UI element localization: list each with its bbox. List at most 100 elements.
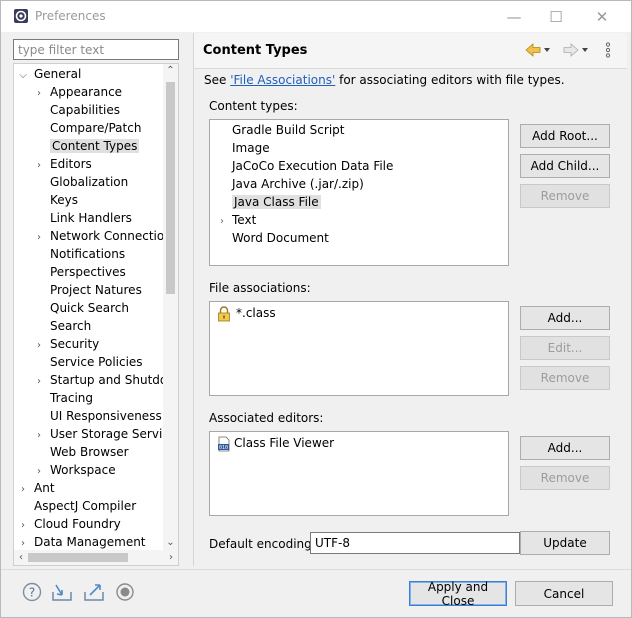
scroll-left-icon[interactable]: ‹ [14,550,28,565]
back-arrow-icon [525,43,550,57]
content-type-row[interactable]: Gradle Build Script [216,121,344,139]
close-button[interactable]: ✕ [579,1,625,32]
tree-item-label: Appearance [50,85,123,99]
tree-item[interactable]: › Security [34,335,99,353]
content-types-page: Content Types See 'File Associations' fo… [193,33,627,566]
add-editor-button[interactable]: Add... [520,436,610,460]
add-child-button[interactable]: Add Child... [520,154,610,178]
tree-item-label: Security [50,337,100,351]
tree-item-label: User Storage Service [50,427,164,441]
tree-item[interactable]: › Editors [34,155,92,173]
back-button[interactable] [524,41,552,59]
export-icon [84,584,104,601]
minimize-button[interactable]: — [491,1,537,32]
file-associations-list: *.class [209,301,509,396]
file-association-row[interactable]: *.class [216,304,276,322]
tree-horizontal-scrollbar[interactable]: ‹ › [14,550,178,565]
tree-item[interactable]: › Appearance [34,83,122,101]
tree-item[interactable]: Web Browser [34,443,129,461]
expand-arrow-icon[interactable]: › [18,535,28,551]
file-association-label: *.class [236,306,276,320]
scroll-up-icon[interactable]: ⌃ [163,65,178,79]
collapse-arrow-icon[interactable]: ⌵ [18,67,28,85]
import-button[interactable] [51,581,73,603]
remove-editor-button[interactable]: Remove [520,466,610,490]
file-associations-link[interactable]: 'File Associations' [230,73,335,87]
tree-item[interactable]: Capabilities [34,101,120,119]
filter-input[interactable] [13,39,179,60]
tree-item-label: Globalization [50,175,129,189]
associated-editors-list: 010 Class File Viewer [209,431,509,516]
file-associations-hint: See 'File Associations' for associating … [204,73,565,87]
tree-item-label: Search [50,319,92,333]
default-encoding-label: Default encoding: [209,537,316,551]
tree-item[interactable]: Content Types [34,137,140,155]
record-icon [116,583,134,601]
tree-item[interactable]: Compare/Patch [34,119,141,137]
content-type-row[interactable]: Java Class File [216,193,321,211]
add-root-button[interactable]: Add Root... [520,124,610,148]
scroll-down-icon[interactable]: ⌄ [163,537,178,551]
page-title: Content Types [203,43,308,58]
scroll-thumb[interactable] [166,82,175,294]
tree-item[interactable]: Quick Search [34,299,129,317]
tree-item[interactable]: AspectJ Compiler [18,497,136,515]
tree-item[interactable]: Globalization [34,173,128,191]
scroll-thumb[interactable] [28,553,128,562]
tree-item[interactable]: Tracing [34,389,93,407]
tree-item[interactable]: › Network Connection [34,227,164,245]
tree-item[interactable]: › Cloud Foundry [18,515,121,533]
tree-item-label: Quick Search [50,301,129,315]
tree-item[interactable]: Service Policies [34,353,143,371]
tree-item-label: Tracing [50,391,94,405]
edit-file-association-button[interactable]: Edit... [520,336,610,360]
tree-item-label: Compare/Patch [50,121,142,135]
update-button[interactable]: Update [520,531,610,555]
tree-item[interactable]: ⌵ General [18,65,81,83]
tree-item-label: UI Responsiveness M [50,409,164,423]
record-button[interactable] [114,581,136,603]
eclipse-app-icon [14,9,28,23]
forward-arrow-icon [563,43,588,57]
help-button[interactable]: ? [21,581,43,603]
content-type-row[interactable]: Word Document [216,229,329,247]
close-icon: ✕ [595,7,609,26]
tree-vertical-scrollbar[interactable]: ⌃ ⌄ [163,64,178,551]
tree-item[interactable]: Notifications [34,245,125,263]
content-types-label: Content types: [209,99,298,113]
associated-editor-row[interactable]: 010 Class File Viewer [216,434,334,452]
tree-item[interactable]: Link Handlers [34,209,132,227]
apply-and-close-button[interactable]: Apply and Close [409,580,507,608]
default-encoding-input[interactable] [310,532,520,554]
page-header: Content Types [194,33,627,69]
associated-editor-label: Class File Viewer [234,436,335,450]
export-button[interactable] [83,581,105,603]
view-menu-button[interactable] [602,41,614,59]
tree-item[interactable]: › Workspace [34,461,116,479]
maximize-button[interactable]: ☐ [533,1,579,32]
tree-item[interactable]: › Ant [18,479,55,497]
tree-item[interactable]: Keys [34,191,78,209]
maximize-icon: ☐ [549,7,563,26]
preferences-window: Preferences — ☐ ✕ ⌵General›AppearanceCap… [0,0,632,618]
more-vertical-icon [605,42,611,58]
content-type-row[interactable]: JaCoCo Execution Data File [216,157,393,175]
add-file-association-button[interactable]: Add... [520,306,610,330]
cancel-button[interactable]: Cancel [515,581,613,606]
tree-item[interactable]: UI Responsiveness M [34,407,164,425]
remove-content-type-button[interactable]: Remove [520,184,610,208]
tree-item[interactable]: › Data Management [18,533,146,551]
tree-item[interactable]: Search [34,317,91,335]
remove-file-association-button[interactable]: Remove [520,366,610,390]
content-type-row[interactable]: › Text [216,211,256,229]
tree-item[interactable]: Project Natures [34,281,142,299]
tree-item[interactable]: ›Startup and Shutdow [34,371,164,389]
content-type-row[interactable]: Image [216,139,270,157]
preferences-tree: ⌵ General › Appearance Capabilities Compare/P… [13,63,179,566]
forward-button[interactable] [562,41,590,59]
scroll-right-icon[interactable]: › [164,550,178,565]
tree-item-label: Perspectives [50,265,126,279]
tree-item[interactable]: › User Storage Service [34,425,164,443]
content-type-row[interactable]: Java Archive (.jar/.zip) [216,175,364,193]
tree-item[interactable]: Perspectives [34,263,126,281]
